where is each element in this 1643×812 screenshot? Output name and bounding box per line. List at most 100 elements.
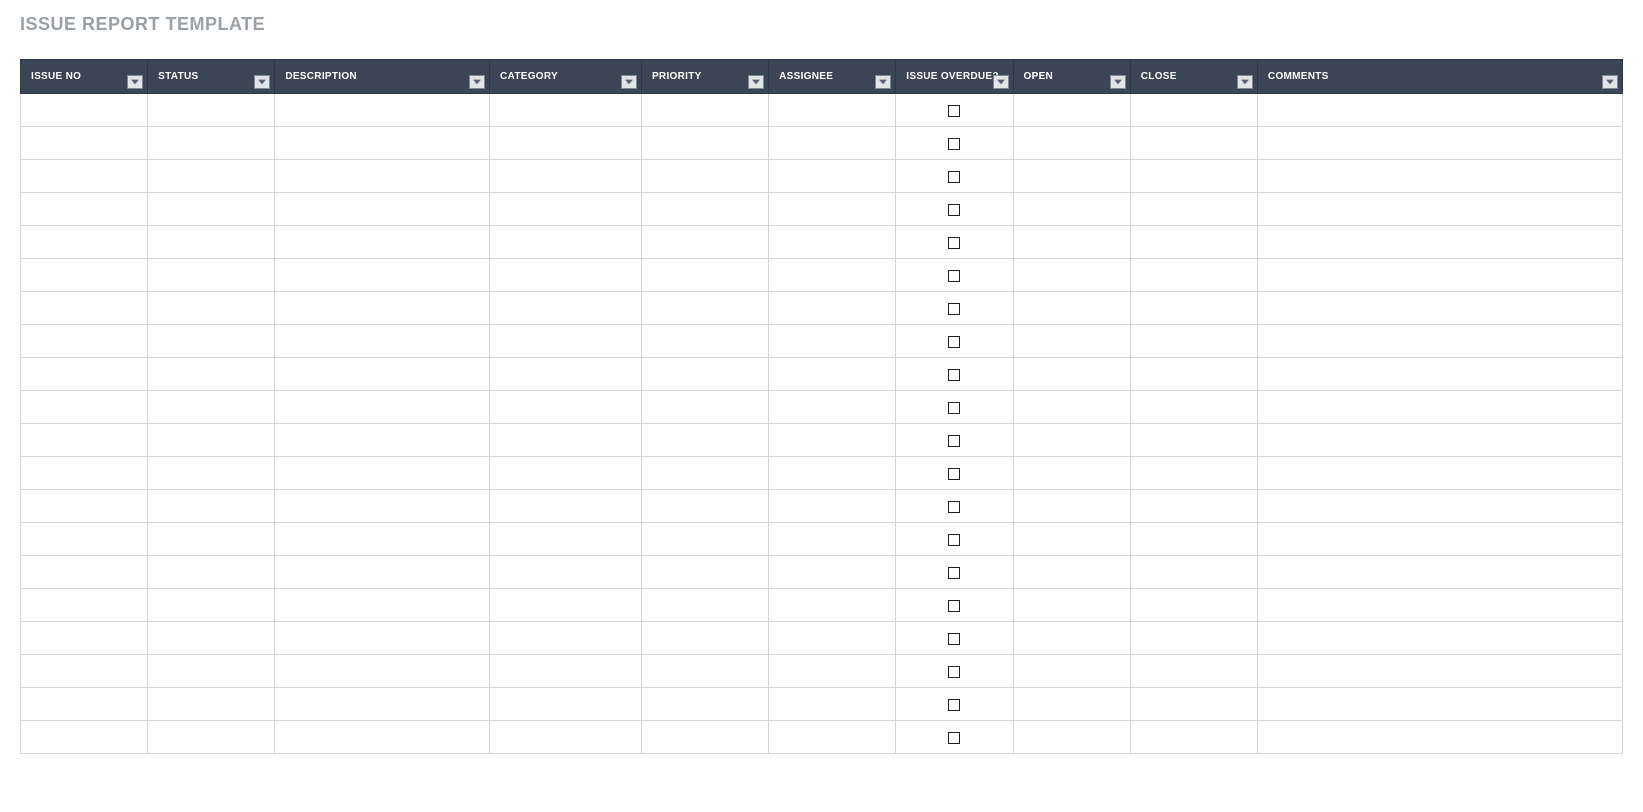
cell-category[interactable] bbox=[490, 391, 642, 424]
cell-priority[interactable] bbox=[641, 292, 768, 325]
overdue-checkbox[interactable] bbox=[948, 138, 960, 150]
overdue-checkbox[interactable] bbox=[948, 468, 960, 480]
cell-category[interactable] bbox=[490, 556, 642, 589]
cell-open[interactable] bbox=[1013, 127, 1130, 160]
cell-comments[interactable] bbox=[1257, 259, 1622, 292]
cell-category[interactable] bbox=[490, 160, 642, 193]
filter-dropdown-icon[interactable] bbox=[993, 75, 1009, 89]
cell-assignee[interactable] bbox=[769, 193, 896, 226]
cell-status[interactable] bbox=[148, 589, 275, 622]
cell-close[interactable] bbox=[1130, 688, 1257, 721]
cell-open[interactable] bbox=[1013, 424, 1130, 457]
cell-description[interactable] bbox=[275, 325, 490, 358]
cell-close[interactable] bbox=[1130, 655, 1257, 688]
cell-priority[interactable] bbox=[641, 721, 768, 754]
cell-assignee[interactable] bbox=[769, 226, 896, 259]
cell-open[interactable] bbox=[1013, 193, 1130, 226]
cell-description[interactable] bbox=[275, 556, 490, 589]
cell-category[interactable] bbox=[490, 721, 642, 754]
cell-status[interactable] bbox=[148, 292, 275, 325]
cell-comments[interactable] bbox=[1257, 556, 1622, 589]
cell-assignee[interactable] bbox=[769, 721, 896, 754]
cell-assignee[interactable] bbox=[769, 292, 896, 325]
cell-assignee[interactable] bbox=[769, 457, 896, 490]
cell-category[interactable] bbox=[490, 325, 642, 358]
cell-category[interactable] bbox=[490, 490, 642, 523]
cell-comments[interactable] bbox=[1257, 193, 1622, 226]
cell-category[interactable] bbox=[490, 457, 642, 490]
cell-category[interactable] bbox=[490, 589, 642, 622]
cell-priority[interactable] bbox=[641, 160, 768, 193]
cell-status[interactable] bbox=[148, 556, 275, 589]
filter-dropdown-icon[interactable] bbox=[127, 75, 143, 89]
cell-category[interactable] bbox=[490, 523, 642, 556]
cell-comments[interactable] bbox=[1257, 160, 1622, 193]
overdue-checkbox[interactable] bbox=[948, 435, 960, 447]
cell-assignee[interactable] bbox=[769, 259, 896, 292]
cell-issue_no[interactable] bbox=[21, 655, 148, 688]
cell-status[interactable] bbox=[148, 358, 275, 391]
cell-comments[interactable] bbox=[1257, 655, 1622, 688]
cell-issue_no[interactable] bbox=[21, 523, 148, 556]
filter-dropdown-icon[interactable] bbox=[875, 75, 891, 89]
cell-close[interactable] bbox=[1130, 622, 1257, 655]
cell-assignee[interactable] bbox=[769, 424, 896, 457]
cell-description[interactable] bbox=[275, 226, 490, 259]
cell-status[interactable] bbox=[148, 325, 275, 358]
filter-dropdown-icon[interactable] bbox=[621, 75, 637, 89]
cell-description[interactable] bbox=[275, 490, 490, 523]
cell-comments[interactable] bbox=[1257, 226, 1622, 259]
cell-issue_no[interactable] bbox=[21, 622, 148, 655]
cell-close[interactable] bbox=[1130, 127, 1257, 160]
cell-open[interactable] bbox=[1013, 490, 1130, 523]
overdue-checkbox[interactable] bbox=[948, 402, 960, 414]
cell-description[interactable] bbox=[275, 292, 490, 325]
cell-priority[interactable] bbox=[641, 325, 768, 358]
cell-description[interactable] bbox=[275, 424, 490, 457]
cell-assignee[interactable] bbox=[769, 391, 896, 424]
cell-category[interactable] bbox=[490, 424, 642, 457]
cell-status[interactable] bbox=[148, 655, 275, 688]
cell-priority[interactable] bbox=[641, 259, 768, 292]
cell-open[interactable] bbox=[1013, 292, 1130, 325]
cell-close[interactable] bbox=[1130, 391, 1257, 424]
cell-issue_no[interactable] bbox=[21, 424, 148, 457]
overdue-checkbox[interactable] bbox=[948, 336, 960, 348]
overdue-checkbox[interactable] bbox=[948, 204, 960, 216]
cell-status[interactable] bbox=[148, 622, 275, 655]
cell-priority[interactable] bbox=[641, 523, 768, 556]
cell-category[interactable] bbox=[490, 358, 642, 391]
cell-assignee[interactable] bbox=[769, 523, 896, 556]
cell-category[interactable] bbox=[490, 292, 642, 325]
cell-description[interactable] bbox=[275, 94, 490, 127]
cell-close[interactable] bbox=[1130, 193, 1257, 226]
cell-status[interactable] bbox=[148, 259, 275, 292]
cell-comments[interactable] bbox=[1257, 325, 1622, 358]
cell-close[interactable] bbox=[1130, 589, 1257, 622]
cell-priority[interactable] bbox=[641, 226, 768, 259]
cell-status[interactable] bbox=[148, 160, 275, 193]
overdue-checkbox[interactable] bbox=[948, 633, 960, 645]
cell-status[interactable] bbox=[148, 688, 275, 721]
cell-category[interactable] bbox=[490, 655, 642, 688]
cell-description[interactable] bbox=[275, 358, 490, 391]
cell-assignee[interactable] bbox=[769, 325, 896, 358]
cell-description[interactable] bbox=[275, 259, 490, 292]
cell-status[interactable] bbox=[148, 523, 275, 556]
cell-comments[interactable] bbox=[1257, 622, 1622, 655]
cell-comments[interactable] bbox=[1257, 721, 1622, 754]
cell-close[interactable] bbox=[1130, 325, 1257, 358]
cell-status[interactable] bbox=[148, 490, 275, 523]
filter-dropdown-icon[interactable] bbox=[254, 75, 270, 89]
cell-description[interactable] bbox=[275, 127, 490, 160]
cell-status[interactable] bbox=[148, 424, 275, 457]
cell-description[interactable] bbox=[275, 457, 490, 490]
filter-dropdown-icon[interactable] bbox=[1110, 75, 1126, 89]
cell-description[interactable] bbox=[275, 160, 490, 193]
overdue-checkbox[interactable] bbox=[948, 732, 960, 744]
cell-assignee[interactable] bbox=[769, 160, 896, 193]
cell-description[interactable] bbox=[275, 391, 490, 424]
cell-assignee[interactable] bbox=[769, 358, 896, 391]
cell-status[interactable] bbox=[148, 391, 275, 424]
cell-close[interactable] bbox=[1130, 94, 1257, 127]
